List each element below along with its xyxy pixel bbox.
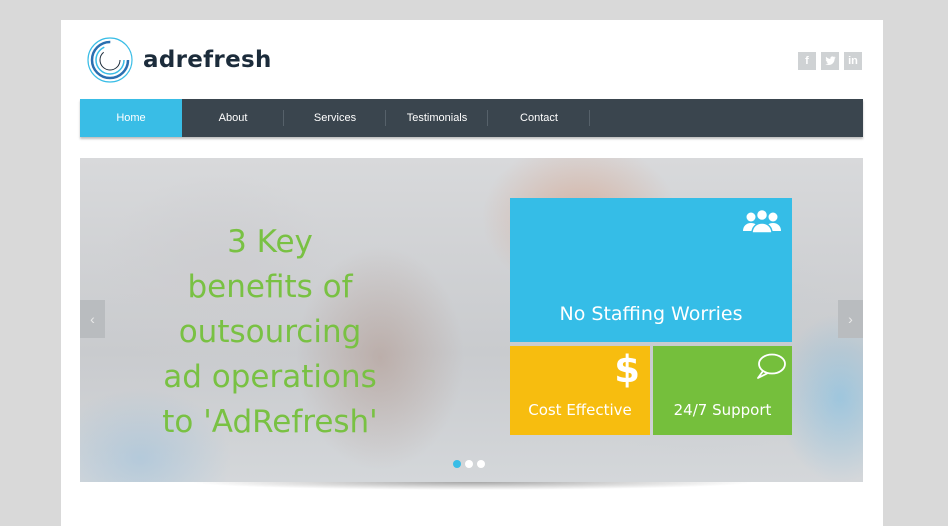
nav-item-testimonials[interactable]: Testimonials <box>386 99 488 137</box>
tile-cost-label: Cost Effective <box>528 401 632 419</box>
logo[interactable]: adrefresh <box>85 30 295 90</box>
hero-slider: 3 Key benefits of outsourcing ad operati… <box>80 158 863 482</box>
hero-headline: 3 Key benefits of outsourcing ad operati… <box>162 224 378 440</box>
nav-item-contact[interactable]: Contact <box>488 99 590 137</box>
slider-dot-1[interactable] <box>453 460 461 468</box>
slider-shadow <box>121 482 824 492</box>
dollar-icon: $ <box>614 348 640 391</box>
slider-prev-button[interactable]: ‹ <box>80 300 105 338</box>
twitter-icon[interactable] <box>821 52 839 70</box>
people-icon <box>743 209 781 233</box>
tile-staffing-label: No Staffing Worries <box>559 303 743 325</box>
slider-dot-3[interactable] <box>477 460 485 468</box>
social-links: f in <box>798 52 862 70</box>
brand-name: adrefresh <box>143 47 272 73</box>
nav-item-services[interactable]: Services <box>284 99 386 137</box>
linkedin-icon[interactable]: in <box>844 52 862 70</box>
slider-dot-2[interactable] <box>465 460 473 468</box>
tile-support-label: 24/7 Support <box>673 401 772 419</box>
logo-mark-icon <box>87 37 133 83</box>
slider-pagination <box>453 460 485 468</box>
tile-no-staffing-worries: No Staffing Worries <box>510 198 792 342</box>
nav-item-about[interactable]: About <box>182 99 284 137</box>
tile-24-7-support: 24/7 Support <box>653 346 792 435</box>
facebook-icon[interactable]: f <box>798 52 816 70</box>
nav-item-home[interactable]: Home <box>80 99 182 137</box>
tile-cost-effective: $ Cost Effective <box>510 346 650 435</box>
slider-next-button[interactable]: › <box>838 300 863 338</box>
main-nav: Home About Services Testimonials Contact <box>80 99 863 137</box>
page-container: adrefresh f in Home About Services Testi… <box>61 20 883 526</box>
chat-bubble-icon <box>757 353 786 379</box>
